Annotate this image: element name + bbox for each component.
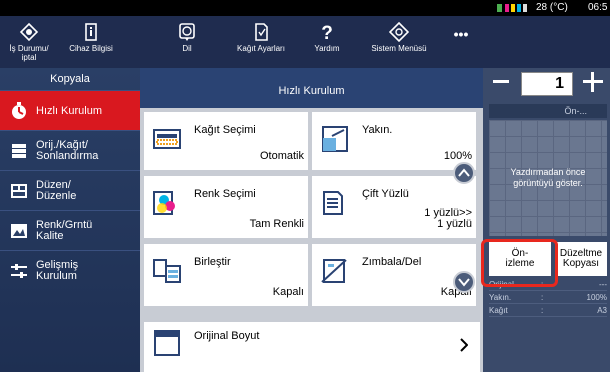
tile-value: 1 yüzlü>> 1 yüzlü	[424, 207, 472, 230]
more-button[interactable]: •••	[446, 16, 476, 68]
decrease-copies-button[interactable]	[493, 80, 509, 83]
paper-settings-button[interactable]: Kağıt Ayarları	[226, 16, 296, 68]
language-button[interactable]: Dil	[166, 16, 208, 68]
tile-title: Çift Yüzlü	[362, 188, 409, 200]
combine-tile[interactable]: Birleştir Kapalı	[144, 244, 308, 306]
status-bar: 28 (°C) 06:5	[0, 0, 610, 16]
help-button[interactable]: ? Yardım	[304, 16, 350, 68]
sidebar-item-label: Renk/Grntü Kalite	[36, 219, 93, 242]
sidebar-item-label: Hızlı Kurulum	[36, 104, 103, 117]
sidebar-item-layout-edit[interactable]: Düzen/ Düzenle	[0, 170, 140, 210]
tile-title: Yakın.	[362, 124, 393, 136]
advanced-settings-icon	[11, 264, 27, 278]
color-selection-tile[interactable]: Renk Seçimi Tam Renkli	[144, 176, 308, 238]
device-info-icon	[85, 23, 97, 41]
sidebar-title: Kopyala	[50, 73, 90, 85]
tile-value: Tam Renkli	[249, 218, 304, 230]
chevron-up-icon	[458, 168, 470, 177]
duplex-icon	[323, 191, 343, 215]
sidebar-item-label: Düzen/ Düzenle	[36, 179, 77, 202]
sidebar-item-quick-setup[interactable]: Hızlı Kurulum	[0, 90, 140, 130]
info-key: Yakın.	[489, 293, 512, 302]
help-icon: ?	[321, 23, 333, 42]
job-status-button[interactable]: İş Durumu/ iptal	[0, 16, 58, 68]
tile-value: Otomatik	[259, 150, 304, 162]
color-mode-icon	[153, 191, 175, 215]
system-menu-icon	[389, 22, 409, 42]
panel-title: Hızlı Kurulum	[140, 68, 483, 108]
preview-message: Yazdırmadan önce görüntüyü göster.	[510, 167, 586, 188]
paper-tray-icon	[153, 129, 181, 149]
document-stack-icon	[12, 144, 26, 158]
image-quality-icon	[11, 224, 27, 238]
info-value: ---	[599, 280, 607, 289]
increase-copies-button[interactable]	[583, 72, 603, 92]
paper-settings-icon	[255, 23, 268, 41]
preview-header: Ön-...	[489, 104, 607, 118]
scroll-down-button[interactable]	[453, 271, 475, 293]
copies-preview-panel: 1 Ön-... Yazdırmadan önce görüntüyü göst…	[483, 68, 610, 372]
quick-setup-panel: Hızlı Kurulum Kağıt Seçimi Otomatik Yakı…	[140, 68, 483, 372]
function-sidebar: Kopyala Hızlı Kurulum Orij./Kağıt/ Sonla…	[0, 68, 140, 372]
device-info-label: Cihaz Bilgisi	[69, 44, 113, 53]
language-label: Dil	[182, 44, 192, 53]
sidebar-item-color-quality[interactable]: Renk/Grntü Kalite	[0, 210, 140, 250]
tile-title: Birleştir	[194, 256, 231, 268]
info-row: Yakın. : 100%	[489, 291, 607, 304]
info-row: Kağıt : A3	[489, 304, 607, 317]
tile-title: Orijinal Boyut	[194, 330, 260, 342]
info-key: Kağıt	[489, 306, 508, 315]
svg-text:?: ?	[321, 23, 333, 42]
scroll-up-button[interactable]	[453, 162, 475, 184]
toner-level-icon	[497, 4, 527, 12]
help-label: Yardım	[314, 44, 340, 53]
sidebar-item-label: Orij./Kağıt/ Sonlandırma	[36, 139, 99, 162]
info-value: A3	[597, 306, 607, 315]
language-icon	[179, 23, 195, 41]
clock: 06:5	[588, 2, 608, 13]
tile-value: Kapalı	[272, 286, 304, 298]
system-menu-label: Sistem Menüsü	[371, 44, 427, 53]
sidebar-item-original-paper[interactable]: Orij./Kağıt/ Sonlandırma	[0, 130, 140, 170]
info-separator: :	[541, 293, 544, 302]
tile-title: Renk Seçimi	[194, 188, 256, 200]
info-separator: :	[541, 306, 544, 315]
paper-settings-label: Kağıt Ayarları	[237, 44, 285, 53]
duplex-tile[interactable]: Çift Yüzlü 1 yüzlü>> 1 yüzlü	[312, 176, 476, 238]
zoom-icon	[322, 126, 348, 152]
staple-icon	[321, 259, 347, 283]
highlight-ring	[481, 239, 558, 287]
stopwatch-icon	[12, 102, 26, 119]
tile-title: Zımbala/Del	[362, 256, 422, 268]
system-menu-button[interactable]: Sistem Menüsü	[366, 16, 432, 68]
original-size-tile[interactable]: Orijinal Boyut	[144, 322, 480, 372]
sidebar-item-advanced-setup[interactable]: Gelişmiş Kurulum	[0, 250, 140, 290]
device-info-button[interactable]: Cihaz Bilgisi	[58, 16, 124, 68]
proof-copy-button[interactable]: Düzeltme Kopyası	[555, 242, 607, 276]
original-size-icon	[154, 330, 180, 356]
tile-title: Kağıt Seçimi	[194, 124, 256, 136]
sidebar-item-label: Gelişmiş Kurulum	[36, 259, 79, 282]
job-status-icon	[19, 22, 39, 42]
chevron-down-icon	[458, 278, 470, 287]
copies-count-field[interactable]: 1	[521, 72, 573, 96]
info-value: 100%	[586, 293, 607, 302]
combine-icon	[153, 259, 181, 283]
paper-selection-tile[interactable]: Kağıt Seçimi Otomatik	[144, 112, 308, 170]
top-toolbar: İş Durumu/ iptal Cihaz Bilgisi Dil Kağıt…	[0, 16, 610, 68]
chevron-right-icon	[460, 338, 468, 352]
layout-icon	[11, 184, 27, 198]
zoom-tile[interactable]: Yakın. 100%	[312, 112, 476, 170]
job-status-label: İş Durumu/ iptal	[9, 44, 49, 62]
more-icon: •••	[453, 26, 469, 42]
tile-value: 100%	[443, 150, 472, 162]
preview-area: Yazdırmadan önce görüntüyü göster.	[489, 120, 607, 236]
staple-punch-tile[interactable]: Zımbala/Del Kapalı	[312, 244, 476, 306]
temperature-readout: 28 (°C)	[536, 2, 568, 13]
